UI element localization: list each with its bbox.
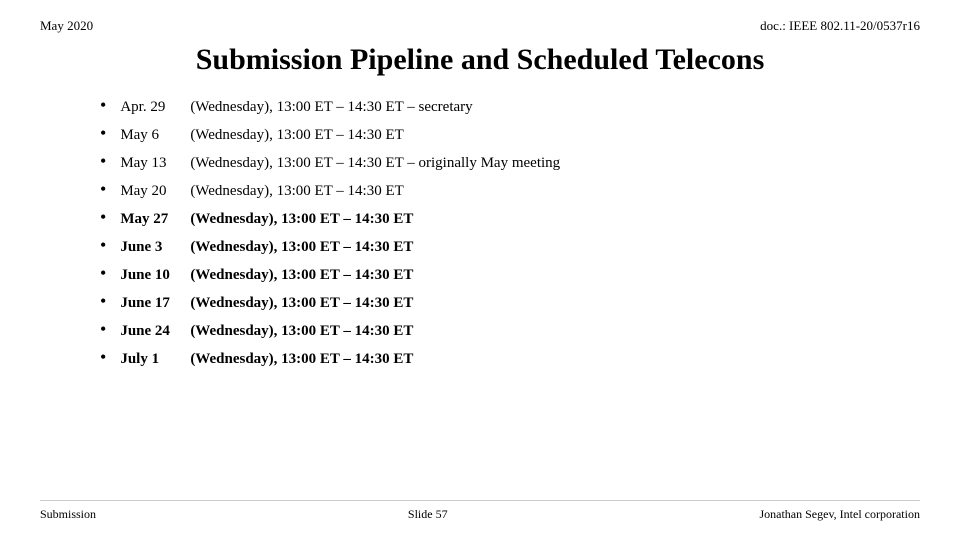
- bullet-list: •Apr. 29(Wednesday), 13:00 ET – 14:30 ET…: [100, 96, 920, 370]
- bullet-date: June 10: [120, 265, 190, 286]
- bullet-date: May 27: [120, 209, 190, 230]
- bullet-date: May 6: [120, 125, 190, 146]
- list-item: • June 3 (Wednesday), 13:00 ET – 14:30 ET: [100, 236, 920, 258]
- bullet-desc: (Wednesday), 13:00 ET – 14:30 ET: [190, 181, 403, 202]
- bullet-icon: •: [100, 208, 106, 226]
- bullet-icon: •: [100, 236, 106, 254]
- list-item: • July 1 (Wednesday), 13:00 ET – 14:30 ET: [100, 348, 920, 370]
- bullet-desc: (Wednesday), 13:00 ET – 14:30 ET: [190, 125, 403, 146]
- bullet-icon: •: [100, 292, 106, 310]
- list-item: • Apr. 29(Wednesday), 13:00 ET – 14:30 ET…: [100, 96, 920, 118]
- header-bar: May 2020 doc.: IEEE 802.11-20/0537r16: [40, 18, 920, 34]
- bullet-date: June 3: [120, 237, 190, 258]
- list-item: • May 20(Wednesday), 13:00 ET – 14:30 ET: [100, 180, 920, 202]
- bullet-date: May 13: [120, 153, 190, 174]
- list-item: • May 27(Wednesday), 13:00 ET – 14:30 ET: [100, 208, 920, 230]
- list-item: • June 10 (Wednesday), 13:00 ET – 14:30 E…: [100, 264, 920, 286]
- footer-right: Jonathan Segev, Intel corporation: [759, 507, 920, 522]
- list-item: • May 13(Wednesday), 13:00 ET – 14:30 ET …: [100, 152, 920, 174]
- bullet-icon: •: [100, 96, 106, 114]
- bullet-date: Apr. 29: [120, 97, 190, 118]
- content-area: •Apr. 29(Wednesday), 13:00 ET – 14:30 ET…: [40, 96, 920, 500]
- slide: May 2020 doc.: IEEE 802.11-20/0537r16 Su…: [0, 0, 960, 540]
- bullet-desc: (Wednesday), 13:00 ET – 14:30 ET – origi…: [190, 153, 560, 174]
- bullet-desc: (Wednesday), 13:00 ET – 14:30 ET: [190, 293, 413, 314]
- bullet-date: May 20: [120, 181, 190, 202]
- bullet-desc: (Wednesday), 13:00 ET – 14:30 ET: [190, 209, 413, 230]
- bullet-date: June 17: [120, 293, 190, 314]
- bullet-date: July 1: [120, 349, 190, 370]
- header-right: doc.: IEEE 802.11-20/0537r16: [760, 18, 920, 34]
- footer-center: Slide 57: [408, 507, 448, 522]
- bullet-desc: (Wednesday), 13:00 ET – 14:30 ET – secre…: [190, 97, 472, 118]
- bullet-desc: (Wednesday), 13:00 ET – 14:30 ET: [190, 265, 413, 286]
- bullet-icon: •: [100, 348, 106, 366]
- footer-bar: Submission Slide 57 Jonathan Segev, Inte…: [40, 500, 920, 522]
- bullet-desc: (Wednesday), 13:00 ET – 14:30 ET: [190, 349, 413, 370]
- list-item: • May 6(Wednesday), 13:00 ET – 14:30 ET: [100, 124, 920, 146]
- bullet-icon: •: [100, 320, 106, 338]
- bullet-icon: •: [100, 124, 106, 142]
- header-left: May 2020: [40, 18, 93, 34]
- bullet-icon: •: [100, 264, 106, 282]
- bullet-desc: (Wednesday), 13:00 ET – 14:30 ET: [190, 237, 413, 258]
- slide-title: Submission Pipeline and Scheduled Teleco…: [40, 42, 920, 78]
- bullet-icon: •: [100, 180, 106, 198]
- footer-left: Submission: [40, 507, 96, 522]
- list-item: • June 24 (Wednesday), 13:00 ET – 14:30 E…: [100, 320, 920, 342]
- bullet-desc: (Wednesday), 13:00 ET – 14:30 ET: [190, 321, 413, 342]
- list-item: • June 17 (Wednesday), 13:00 ET – 14:30 E…: [100, 292, 920, 314]
- bullet-date: June 24: [120, 321, 190, 342]
- title-area: Submission Pipeline and Scheduled Teleco…: [40, 42, 920, 78]
- bullet-icon: •: [100, 152, 106, 170]
